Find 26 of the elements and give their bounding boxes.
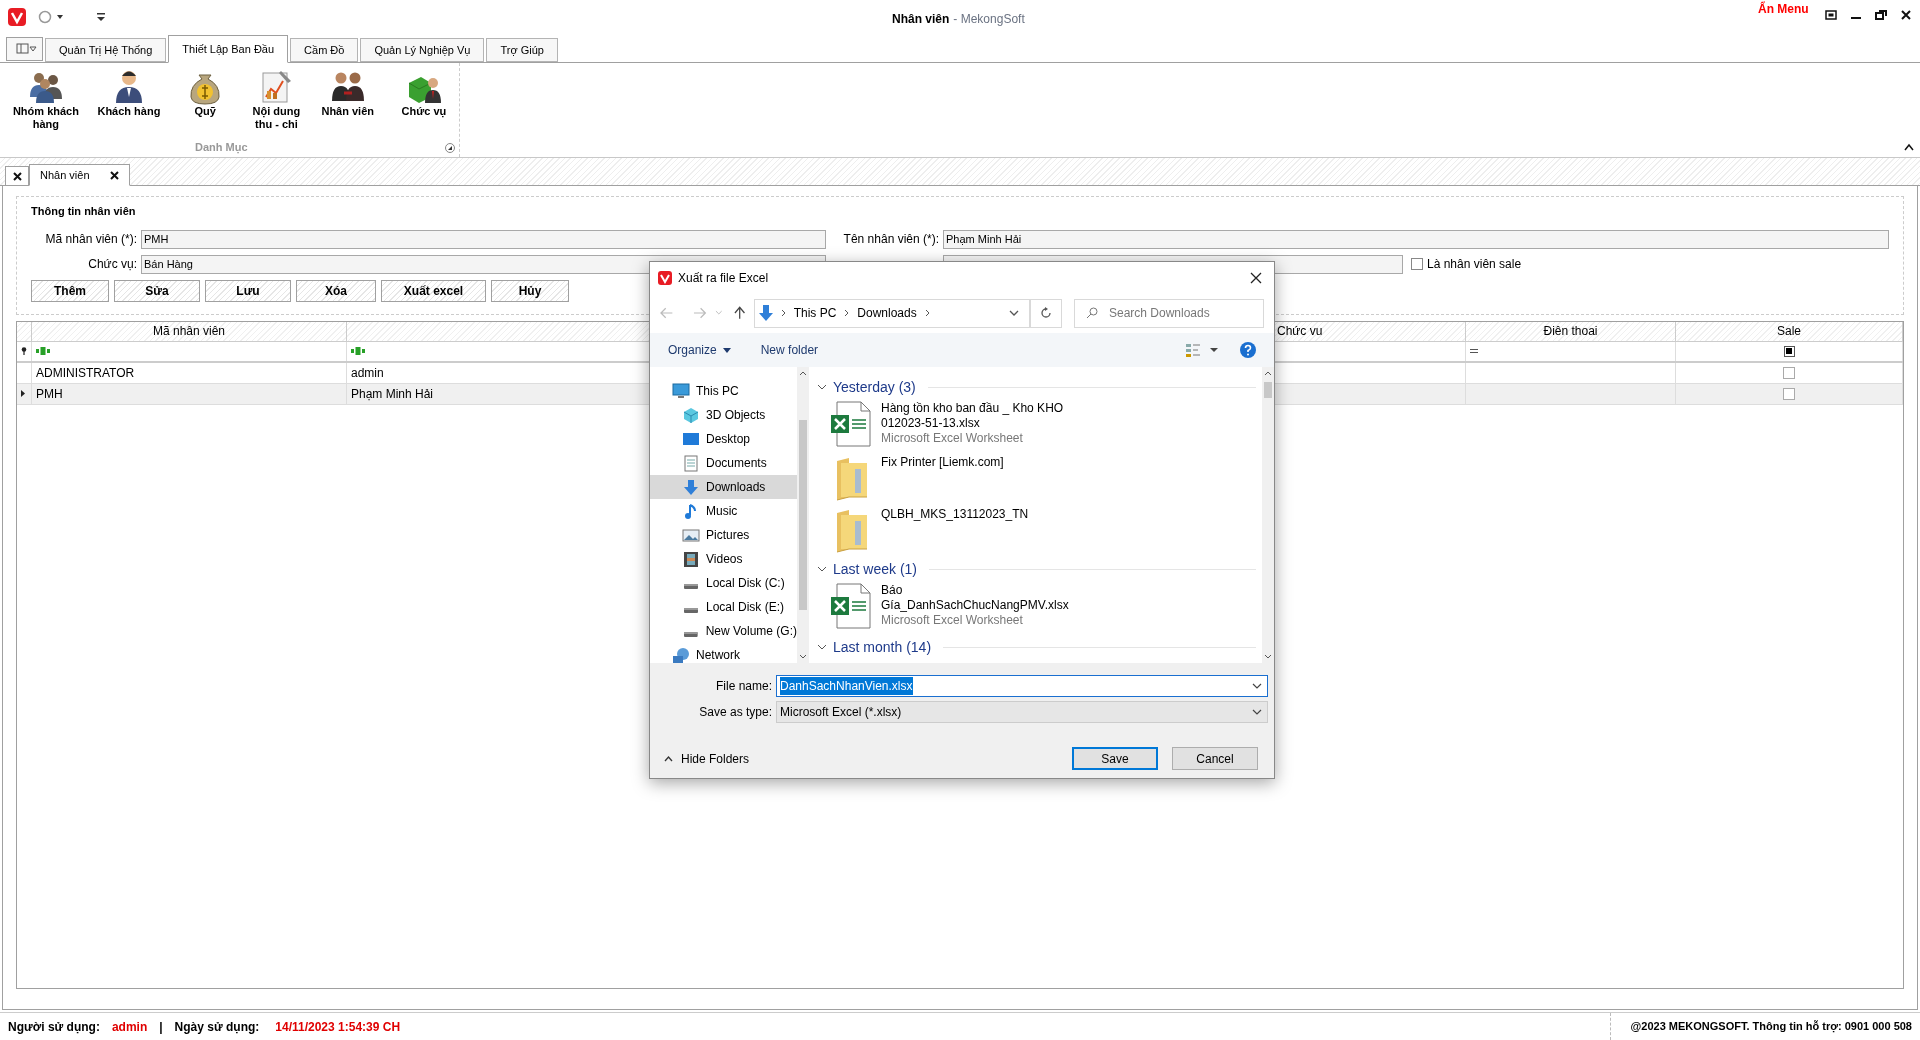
window-title: Nhân viên — [892, 11, 950, 28]
field-label: Tên nhân viên (*): — [842, 231, 939, 248]
status-label: Người sử dụng: — [8, 1018, 100, 1036]
field-label: Chức vụ: — [87, 256, 137, 273]
status-label: Ngày sử dụng: — [174, 1018, 260, 1036]
file-name: Hàng tồn kho ban đầu _ Kho KHO 012023-51-13.xlsx — [881, 401, 1065, 431]
file-name: Fix Printer [Liemk.com] — [881, 455, 1005, 470]
status-separator: | — [159, 1018, 163, 1036]
ribbon-group-label: Danh Mục — [195, 139, 248, 155]
table-cell-text: Phạm Minh Hải — [351, 385, 434, 403]
file-name: QLBH_MKS_13112023_TN — [881, 507, 1030, 522]
checkbox-label: Là nhân viên sale — [1427, 256, 1522, 273]
field-label: File name: — [714, 678, 772, 695]
field-label: Mã nhân viên (*): — [44, 231, 137, 248]
file-type: Microsoft Excel Worksheet — [881, 613, 1024, 628]
section-title: Thông tin nhân viên — [31, 204, 137, 219]
field-label: Save as type: — [698, 704, 772, 721]
file-type: Microsoft Excel Worksheet — [881, 431, 1024, 446]
tab-label: Nhân viên — [40, 167, 90, 183]
app-name: - MekongSoft — [953, 11, 1025, 28]
status-date: 14/11/2023 1:54:39 CH — [275, 1018, 401, 1036]
table-cell-text: PMH — [36, 385, 63, 403]
copyright-text: @2023 MEKONGSOFT. Thông tin hỗ trợ: 0901 000 508 — [1630, 1019, 1912, 1035]
status-user: admin — [111, 1018, 148, 1036]
table-cell-text: admin — [351, 364, 384, 382]
table-cell-text: ADMINISTRATOR — [36, 364, 135, 382]
